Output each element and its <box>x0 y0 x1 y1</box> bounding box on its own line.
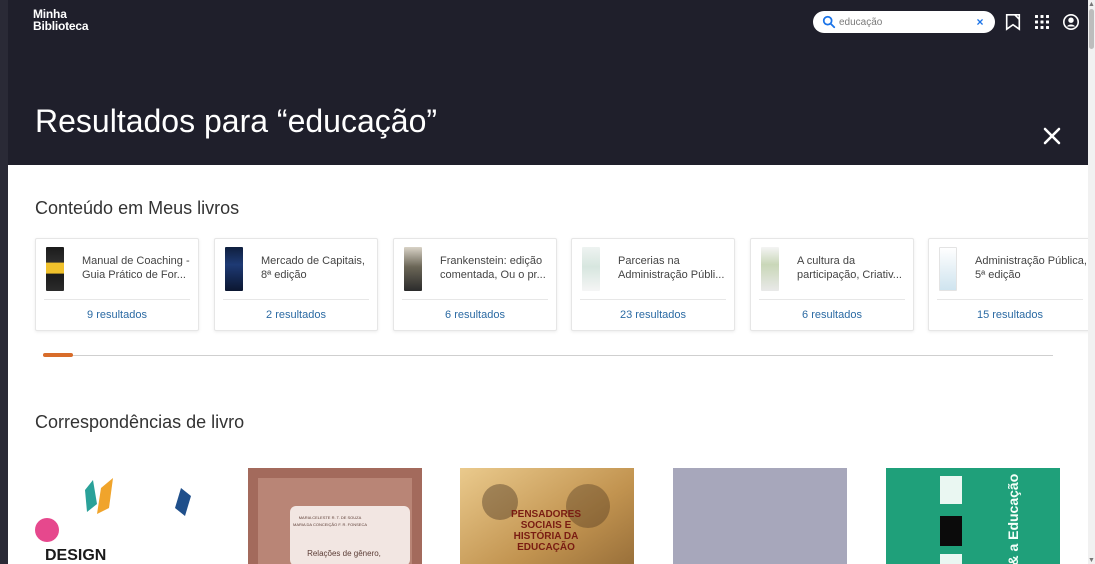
book-cover-text: PENSADORES <box>511 509 581 520</box>
search-bar[interactable]: × <box>813 11 995 33</box>
book-cover-text: HISTÓRIA DA <box>514 529 579 542</box>
book-card[interactable]: Mercado de Capitais, 8ª edição 2 resulta… <box>214 238 378 331</box>
book-cover: DESIGN <box>35 468 209 564</box>
book-cover-text: MARIA DA CONCEIÇÃO F. R. FONSECA <box>293 522 367 527</box>
account-button[interactable] <box>1061 12 1081 32</box>
apps-button[interactable] <box>1032 12 1052 32</box>
results-count-link[interactable]: 23 resultados <box>572 309 734 321</box>
account-icon <box>1062 13 1080 31</box>
close-icon <box>1043 127 1061 145</box>
book-cover-card[interactable]: d & a Educação <box>886 468 1060 564</box>
card-divider <box>937 299 1083 300</box>
page-title: Resultados para “educação” <box>35 103 438 139</box>
book-card[interactable]: A cultura da participação, Criativ... 6 … <box>750 238 914 331</box>
carousel-progress[interactable] <box>43 353 1053 357</box>
book-cover-card[interactable]: PENSADORES SOCIAIS E HISTÓRIA DA EDUCAÇÃ… <box>460 468 634 564</box>
book-title: Mercado de Capitais, 8ª edição <box>261 255 365 281</box>
book-card[interactable]: Administração Pública, 5ª edição 15 resu… <box>928 238 1092 331</box>
results-count-link[interactable]: 2 resultados <box>215 309 377 321</box>
book-cover-card[interactable]: DESIGN <box>35 468 209 564</box>
section-title-my-books: Conteúdo em Meus livros <box>35 198 240 218</box>
book-card[interactable]: Parcerias na Administração Públi... 23 r… <box>571 238 735 331</box>
app-frame: Minha Biblioteca × <box>0 0 1095 564</box>
search-icon <box>822 15 836 29</box>
book-matches-row: DESIGN MARIA CELESTE R. T. DE SOUZA MARI… <box>35 468 1095 564</box>
book-cover: PENSADORES SOCIAIS E HISTÓRIA DA EDUCAÇÃ… <box>460 468 634 564</box>
search-input[interactable] <box>839 13 969 31</box>
card-divider <box>580 299 726 300</box>
book-cover-text: EDUCAÇÃO <box>517 540 575 553</box>
close-icon: × <box>976 15 984 29</box>
book-thumbnail <box>939 247 957 291</box>
results-count-link[interactable]: 15 resultados <box>929 309 1091 321</box>
vertical-scrollbar[interactable]: ▲ ▼ <box>1088 0 1095 564</box>
brand-line-2: Biblioteca <box>33 19 89 33</box>
book-title: Manual de Coaching - Guia Prático de For… <box>82 255 190 281</box>
book-cover: d & a Educação <box>886 468 1060 564</box>
left-rail <box>0 0 8 564</box>
clear-search-button[interactable]: × <box>972 14 988 30</box>
book-title: Frankenstein: edição comentada, Ou o pr.… <box>440 255 546 281</box>
header: Minha Biblioteca × <box>8 0 1088 165</box>
results-count-link[interactable]: 6 resultados <box>394 309 556 321</box>
book-cover-text: Relações de gênero, <box>307 549 381 558</box>
book-thumbnail <box>225 247 243 291</box>
book-title: A cultura da participação, Criativ... <box>797 255 902 281</box>
close-results-button[interactable] <box>1038 122 1066 150</box>
book-card[interactable]: Manual de Coaching - Guia Prático de For… <box>35 238 199 331</box>
bookmark-button[interactable] <box>1003 12 1023 32</box>
book-thumbnail <box>582 247 600 291</box>
card-divider <box>223 299 369 300</box>
progress-track <box>43 355 1053 356</box>
my-books-cards: Manual de Coaching - Guia Prático de For… <box>35 238 1095 333</box>
book-cover: MARIA CELESTE R. T. DE SOUZA MARIA DA CO… <box>248 468 422 564</box>
card-divider <box>402 299 548 300</box>
book-thumbnail <box>761 247 779 291</box>
book-title: Parcerias na Administração Públi... <box>618 255 725 281</box>
book-cover-text: d & a Educação <box>1005 474 1021 564</box>
book-cover-text: DESIGN <box>45 547 106 564</box>
results-count-link[interactable]: 6 resultados <box>751 309 913 321</box>
scroll-up-arrow[interactable]: ▲ <box>1088 0 1095 8</box>
apps-grid-icon <box>1035 15 1049 29</box>
book-thumbnail <box>404 247 422 291</box>
book-cover-card[interactable]: MARIA CELESTE R. T. DE SOUZA MARIA DA CO… <box>248 468 422 564</box>
scroll-thumb[interactable] <box>1089 9 1094 49</box>
results-count-link[interactable]: 9 resultados <box>36 309 198 321</box>
progress-thumb[interactable] <box>43 353 73 357</box>
bookmark-icon <box>1005 13 1021 31</box>
book-title: Administração Pública, 5ª edição <box>975 255 1087 281</box>
section-title-book-matches: Correspondências de livro <box>35 412 245 432</box>
card-divider <box>44 299 190 300</box>
book-cover-text: MARIA CELESTE R. T. DE SOUZA <box>299 515 362 520</box>
book-cover-text: SOCIAIS E <box>521 520 572 531</box>
book-card[interactable]: Frankenstein: edição comentada, Ou o pr.… <box>393 238 557 331</box>
book-cover <box>673 468 847 564</box>
scroll-down-arrow[interactable]: ▼ <box>1088 556 1095 564</box>
card-divider <box>759 299 905 300</box>
brand-logo[interactable]: Minha Biblioteca <box>33 8 89 33</box>
book-cover-card[interactable] <box>673 468 847 564</box>
book-thumbnail <box>46 247 64 291</box>
